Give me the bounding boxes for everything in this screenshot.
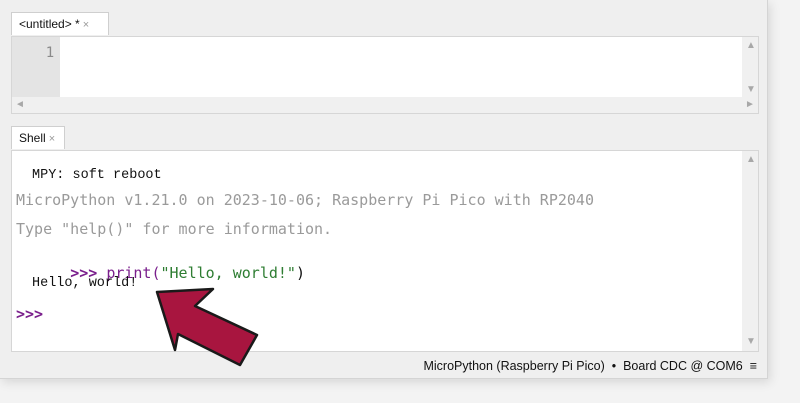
close-icon[interactable]: × bbox=[83, 19, 89, 31]
tab-shell[interactable]: Shell × bbox=[11, 126, 65, 149]
line-number-gutter: 1 bbox=[12, 37, 60, 99]
editor-vertical-scrollbar[interactable]: ▲ ▼ bbox=[742, 37, 758, 99]
thonny-window: <untitled> * × 1 ▲ ▼ ◄ ► Shell × MPY: soft… bbox=[0, 0, 768, 379]
status-text: MicroPython (Raspberry Pi Pico) • Board … bbox=[423, 359, 757, 373]
shell-soft-reboot: MPY: soft reboot bbox=[32, 168, 162, 183]
shell-output: Hello, world! bbox=[32, 276, 138, 291]
scroll-down-icon[interactable]: ▼ bbox=[746, 85, 756, 95]
tab-shell-label: Shell bbox=[19, 131, 46, 145]
menu-icon[interactable]: ≡ bbox=[750, 359, 757, 373]
shell-command-close: ) bbox=[295, 264, 305, 282]
scroll-down-icon[interactable]: ▼ bbox=[746, 337, 756, 347]
editor-horizontal-scrollbar[interactable]: ◄ ► bbox=[12, 97, 758, 113]
port-label[interactable]: Board CDC @ COM6 bbox=[623, 359, 743, 373]
line-number: 1 bbox=[45, 45, 55, 61]
scroll-up-icon[interactable]: ▲ bbox=[746, 41, 756, 51]
interpreter-selector[interactable]: MicroPython (Raspberry Pi Pico) bbox=[423, 359, 604, 373]
tab-untitled-label: <untitled> * bbox=[19, 17, 80, 31]
status-separator: • bbox=[611, 359, 617, 373]
scroll-right-icon[interactable]: ► bbox=[745, 100, 755, 110]
status-bar: MicroPython (Raspberry Pi Pico) • Board … bbox=[0, 354, 767, 378]
scroll-up-icon[interactable]: ▲ bbox=[746, 155, 756, 165]
shell-console[interactable]: MPY: soft reboot MicroPython v1.21.0 on … bbox=[11, 150, 759, 352]
shell-help-text: Type "help()" for more information. bbox=[16, 220, 333, 238]
shell-command-string: "Hello, world!" bbox=[160, 264, 296, 282]
shell-vertical-scrollbar[interactable]: ▲ ▼ bbox=[742, 151, 758, 351]
shell-banner: MicroPython v1.21.0 on 2023-10-06; Raspb… bbox=[16, 191, 594, 209]
tab-untitled[interactable]: <untitled> * × bbox=[11, 12, 109, 35]
code-editor[interactable]: 1 ▲ ▼ ◄ ► bbox=[11, 36, 759, 114]
scroll-left-icon[interactable]: ◄ bbox=[15, 100, 25, 110]
shell-prompt[interactable]: >>> bbox=[16, 305, 43, 323]
close-icon[interactable]: × bbox=[49, 133, 55, 145]
shell-command-line: >>> print("Hello, world!") bbox=[16, 246, 305, 300]
